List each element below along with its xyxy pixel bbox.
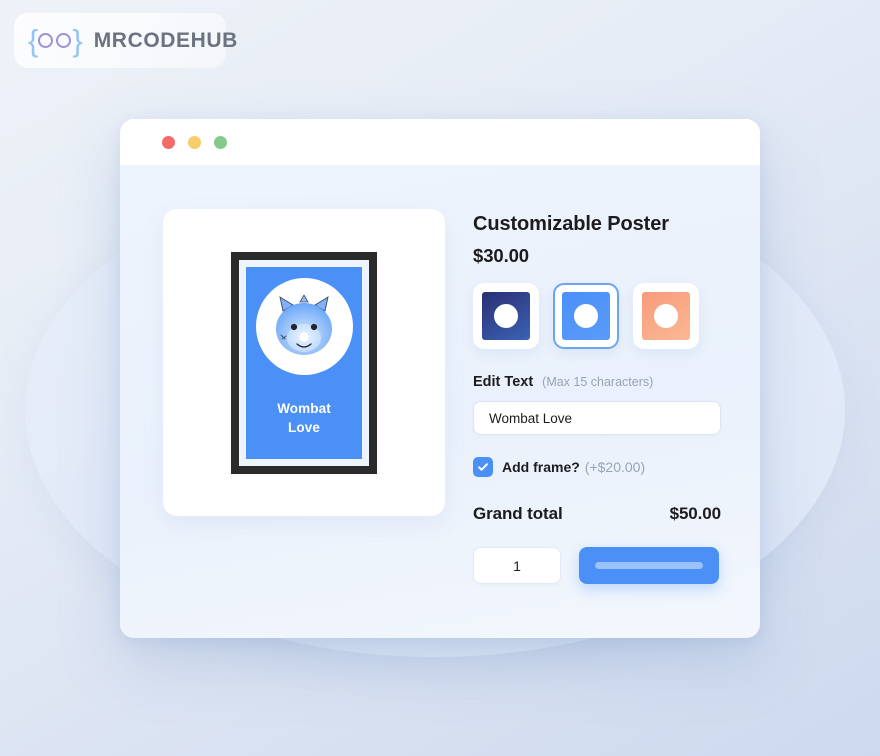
poster-text-line-2: Love xyxy=(288,419,320,435)
poster-text: Wombat Love xyxy=(246,399,362,437)
color-swatch-group xyxy=(473,283,740,349)
minimize-window-button[interactable] xyxy=(188,135,201,149)
swatch-blue-color xyxy=(562,292,610,340)
close-window-button[interactable] xyxy=(162,135,175,149)
wombat-face-icon xyxy=(255,277,353,375)
poster-mat: Wombat Love xyxy=(239,259,369,466)
poster-preview-card: Wombat Love xyxy=(163,209,445,516)
browser-window: Wombat Love Customizable Poster $30.00 E… xyxy=(120,119,760,638)
add-frame-checkbox[interactable] xyxy=(473,457,493,477)
product-price: $30.00 xyxy=(473,245,529,266)
add-to-cart-button[interactable] xyxy=(579,547,719,584)
swatch-dot-icon xyxy=(494,304,518,328)
brace-left: { xyxy=(28,23,38,58)
custom-text-input[interactable]: Wombat Love xyxy=(473,401,721,435)
add-frame-extra-price: (+$20.00) xyxy=(584,459,646,475)
swatch-dot-icon xyxy=(574,304,598,328)
grand-total-value: $50.00 xyxy=(669,504,722,523)
poster-frame: Wombat Love xyxy=(231,251,377,474)
add-frame-label: Add frame? xyxy=(502,459,580,475)
swatch-peach[interactable] xyxy=(633,283,699,349)
swatch-navy[interactable] xyxy=(473,283,539,349)
edit-text-hint: (Max 15 characters) xyxy=(542,375,654,389)
edit-text-label: Edit Text xyxy=(473,374,534,390)
grand-total-row: Grand total $50.00 xyxy=(473,504,721,524)
swatch-blue[interactable] xyxy=(553,283,619,349)
swatch-dot-icon xyxy=(654,304,678,328)
product-details-panel: Customizable Poster $30.00 Edit Text (Ma… xyxy=(473,209,740,638)
maximize-window-button[interactable] xyxy=(214,135,227,149)
swatch-navy-color xyxy=(482,292,530,340)
checkmark-icon xyxy=(478,463,488,471)
window-titlebar xyxy=(120,119,760,165)
edit-text-label-row: Edit Text (Max 15 characters) xyxy=(473,374,740,390)
grand-total-label: Grand total xyxy=(473,504,563,523)
window-content: Wombat Love Customizable Poster $30.00 E… xyxy=(120,165,760,638)
logo-ring-left xyxy=(38,33,54,48)
add-to-cart-label-placeholder xyxy=(595,562,703,569)
add-frame-row[interactable]: Add frame? (+$20.00) xyxy=(473,457,740,477)
quantity-input[interactable]: 1 xyxy=(473,547,561,584)
brace-right: } xyxy=(72,23,82,58)
swatch-peach-color xyxy=(642,292,690,340)
poster-artwork: Wombat Love xyxy=(246,266,362,459)
brand-name: MRCODEHUB xyxy=(93,28,238,52)
page-title: Customizable Poster xyxy=(473,213,669,235)
logo-ring-right xyxy=(56,33,72,48)
brand-logo: { } MRCODEHUB xyxy=(14,13,237,68)
poster-text-line-1: Wombat xyxy=(277,400,331,416)
double-circle-icon: { } xyxy=(28,23,83,58)
purchase-action-row: 1 xyxy=(473,547,740,584)
